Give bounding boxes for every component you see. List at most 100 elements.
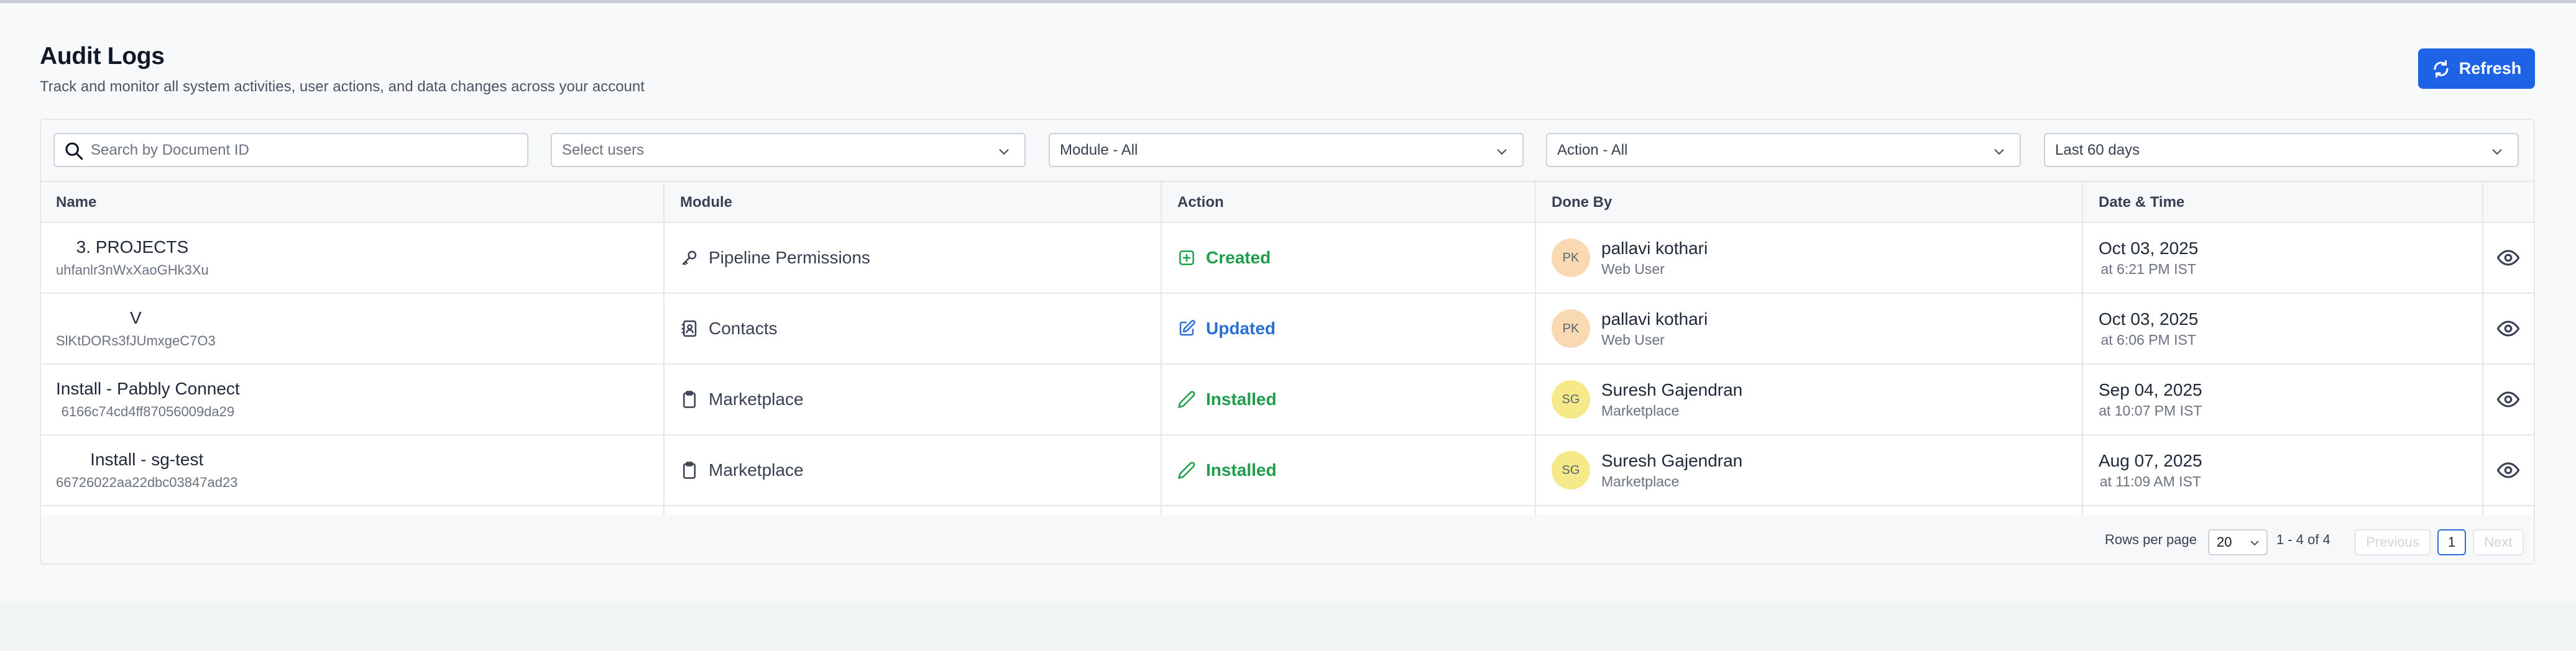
action-cell: Created — [1177, 223, 1271, 293]
table-row[interactable]: V SlKtDORs3fJUmxgeC7O3 Contacts Updated … — [41, 294, 2534, 365]
table-row[interactable]: 3. PROJECTS uhfanlr3nWxXaoGHk3Xu Pipelin… — [41, 223, 2534, 294]
view-button[interactable] — [2496, 365, 2520, 434]
column-header-name[interactable]: Name — [56, 182, 96, 223]
name-cell: Install - Pabbly Connect 6166c74cd4ff870… — [56, 365, 240, 434]
log-date: Aug 07, 2025 — [2099, 450, 2202, 470]
pencil-icon — [1178, 462, 1195, 479]
module-cell: Contacts — [680, 294, 778, 363]
module-select[interactable]: Module - All — [1049, 133, 1524, 167]
column-header-module[interactable]: Module — [680, 182, 732, 223]
chevron-down-icon — [999, 149, 1009, 155]
log-time: at 6:21 PM IST — [2100, 260, 2196, 277]
user-source: Marketplace — [1601, 473, 1680, 489]
column-header-action[interactable]: Action — [1177, 182, 1224, 223]
action-cell: Updated — [1177, 294, 1276, 363]
search-input[interactable]: Search by Document ID — [53, 133, 528, 167]
module-cell: Pipeline Permissions — [680, 223, 870, 293]
filter-bar: Search by Document ID Select users Modul… — [41, 120, 2534, 182]
column-divider — [2482, 182, 2483, 515]
search-icon — [65, 142, 83, 160]
document-id: SlKtDORs3fJUmxgeC7O3 — [56, 333, 216, 348]
page-title: Audit Logs — [40, 43, 165, 70]
name-cell: 3. PROJECTS uhfanlr3nWxXaoGHk3Xu — [56, 223, 209, 293]
column-header-date-time[interactable]: Date & Time — [2099, 182, 2184, 223]
done-by-cell: PK pallavi kothari Web User — [1552, 223, 1708, 293]
users-select[interactable]: Select users — [551, 133, 1026, 167]
document-id: 66726022aa22dbc03847ad23 — [56, 475, 238, 490]
column-divider — [2082, 182, 2083, 515]
user-source: Web User — [1601, 260, 1665, 277]
view-button[interactable] — [2496, 223, 2520, 293]
refresh-icon — [2434, 60, 2449, 78]
column-divider — [1535, 182, 1536, 515]
rows-per-page-value: 20 — [2217, 534, 2232, 550]
action-select-value: Action - All — [1557, 141, 1628, 158]
user-name: pallavi kothari — [1601, 238, 1708, 258]
module-cell: Marketplace — [680, 365, 804, 434]
audit-logs-page: Audit Logs Track and monitor all system … — [0, 3, 2576, 601]
column-divider — [663, 182, 665, 515]
users-select-value: Select users — [562, 141, 645, 158]
log-date: Oct 03, 2025 — [2099, 238, 2199, 258]
eye-icon — [2496, 391, 2520, 407]
log-date: Oct 03, 2025 — [2099, 309, 2199, 329]
module-name: Pipeline Permissions — [709, 248, 870, 267]
document-name: 3. PROJECTS — [76, 237, 189, 257]
document-name: Install - sg-test — [90, 450, 204, 469]
action-select[interactable]: Action - All — [1546, 133, 2021, 167]
view-button[interactable] — [2496, 294, 2520, 363]
bottom-band — [0, 601, 2576, 651]
table-row[interactable]: Install - Pabbly Connect 6166c74cd4ff870… — [41, 365, 2534, 435]
module-name: Marketplace — [709, 460, 804, 480]
action-label: Created — [1206, 248, 1271, 267]
document-name: V — [130, 308, 142, 327]
module-name: Marketplace — [709, 389, 804, 409]
module-cell: Marketplace — [680, 435, 804, 505]
date-range-value: Last 60 days — [2055, 141, 2140, 158]
date-time-cell: Aug 07, 2025 at 11:09 AM IST — [2099, 435, 2202, 505]
log-time: at 10:07 PM IST — [2099, 402, 2202, 419]
previous-page-button[interactable]: Previous — [2355, 529, 2431, 555]
avatar: PK — [1552, 239, 1590, 277]
column-header-done-by[interactable]: Done By — [1552, 182, 1612, 223]
contact-book-icon — [681, 320, 697, 337]
rows-per-page-select[interactable]: 20 — [2208, 529, 2268, 555]
user-name: Suresh Gajendran — [1601, 380, 1743, 399]
action-label: Updated — [1206, 319, 1276, 338]
log-time: at 11:09 AM IST — [2099, 473, 2201, 489]
user-name: pallavi kothari — [1601, 309, 1708, 329]
page-header: Audit Logs Track and monitor all system … — [40, 43, 645, 96]
next-page-button[interactable]: Next — [2473, 529, 2524, 555]
eye-icon — [2496, 321, 2520, 337]
avatar: SG — [1552, 451, 1590, 489]
user-source: Marketplace — [1601, 402, 1680, 419]
name-cell: V SlKtDORs3fJUmxgeC7O3 — [56, 294, 216, 363]
log-time: at 6:06 PM IST — [2100, 331, 2196, 348]
user-source: Web User — [1601, 331, 1665, 348]
document-id: uhfanlr3nWxXaoGHk3Xu — [56, 262, 209, 278]
document-id: 6166c74cd4ff87056009da29 — [61, 404, 235, 419]
audit-log-card: Search by Document ID Select users Modul… — [40, 119, 2535, 565]
plus-square-icon — [1179, 250, 1194, 265]
rows-per-page-label: Rows per page — [2105, 532, 2197, 547]
chevron-down-icon — [2250, 540, 2259, 545]
refresh-button[interactable]: Refresh — [2418, 48, 2535, 89]
pagination-range: 1 - 4 of 4 — [2276, 532, 2330, 547]
done-by-cell: SG Suresh Gajendran Marketplace — [1552, 435, 1742, 505]
view-button[interactable] — [2496, 435, 2520, 505]
done-by-cell: SG Suresh Gajendran Marketplace — [1552, 365, 1742, 434]
page-1-button[interactable]: 1 — [2437, 529, 2466, 555]
log-date: Sep 04, 2025 — [2099, 380, 2202, 399]
chevron-down-icon — [2492, 149, 2502, 155]
table-row[interactable]: Install - sg-test 66726022aa22dbc03847ad… — [41, 435, 2534, 506]
pencil-icon — [1178, 391, 1195, 408]
date-range-select[interactable]: Last 60 days — [2044, 133, 2519, 167]
document-name: Install - Pabbly Connect — [56, 379, 240, 398]
clipboard-icon — [683, 391, 696, 408]
date-time-cell: Sep 04, 2025 at 10:07 PM IST — [2099, 365, 2202, 434]
name-cell: Install - sg-test 66726022aa22dbc03847ad… — [56, 435, 237, 505]
pagination-bar: Rows per page 20 1 - 4 of 4 Previous 1 N… — [41, 515, 2534, 563]
chevron-down-icon — [1994, 149, 2004, 155]
user-name: Suresh Gajendran — [1601, 450, 1743, 470]
chevron-down-icon — [1497, 149, 1507, 155]
